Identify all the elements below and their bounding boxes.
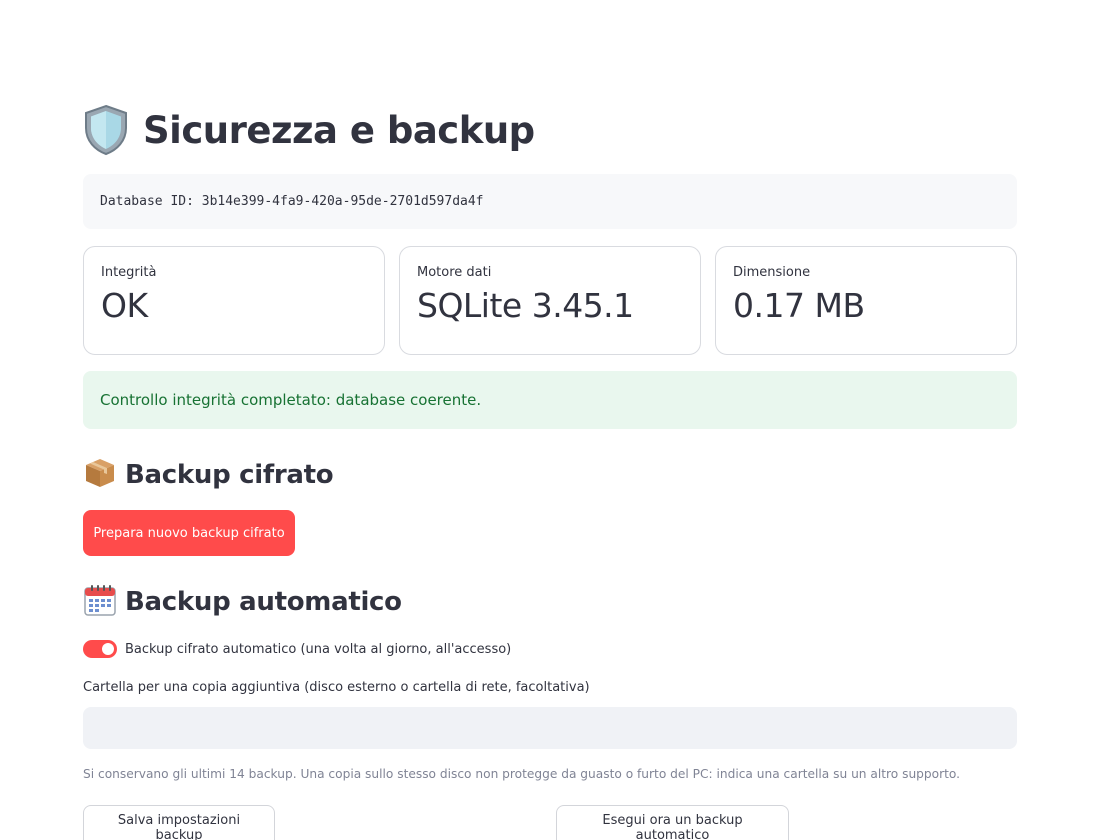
calendar-icon (83, 583, 117, 621)
auto-backup-toggle-label[interactable]: Backup cifrato automatico (una volta al … (125, 642, 511, 657)
section-heading: Backup automatico (125, 587, 402, 617)
backup-folder-input[interactable] (83, 707, 1017, 749)
package-icon (83, 456, 117, 494)
page-title: Sicurezza e backup (143, 108, 535, 152)
backup-retention-caption: Si conservano gli ultimi 14 backup. Una … (83, 767, 961, 781)
metric-label: Dimensione (733, 265, 811, 280)
metric-value: 0.17 MB (733, 286, 865, 325)
section-heading: Backup cifrato (125, 460, 334, 490)
shield-icon (83, 104, 129, 156)
database-id: Database ID: 3b14e399-4fa9-420a-95de-270… (83, 174, 1017, 229)
section-heading-auto-backup: Backup automatico (83, 582, 402, 622)
metrics-row: Integrità OK Motore dati SQLite 3.45.1 D… (83, 246, 1017, 355)
backup-folder-label: Cartella per una copia aggiuntiva (disco… (83, 680, 590, 695)
integrity-success-alert: Controllo integrità completato: database… (83, 371, 1017, 429)
save-backup-settings-button[interactable]: Salva impostazioni backup (83, 805, 275, 840)
prepare-encrypted-backup-button[interactable]: Prepara nuovo backup cifrato (83, 510, 295, 556)
metric-label: Motore dati (417, 265, 492, 280)
page-title-row: Sicurezza e backup (83, 100, 535, 160)
auto-backup-toggle[interactable] (83, 640, 117, 658)
auto-backup-toggle-row: Backup cifrato automatico (una volta al … (83, 638, 511, 660)
metric-value: SQLite 3.45.1 (417, 286, 634, 325)
metric-size: Dimensione 0.17 MB (715, 246, 1017, 355)
metric-label: Integrità (101, 265, 157, 280)
metric-integrity: Integrità OK (83, 246, 385, 355)
metric-value: OK (101, 286, 148, 325)
run-auto-backup-button[interactable]: Esegui ora un backup automatico (556, 805, 789, 840)
toggle-knob (102, 643, 114, 655)
section-heading-encrypted-backup: Backup cifrato (83, 455, 334, 495)
metric-engine: Motore dati SQLite 3.45.1 (399, 246, 701, 355)
